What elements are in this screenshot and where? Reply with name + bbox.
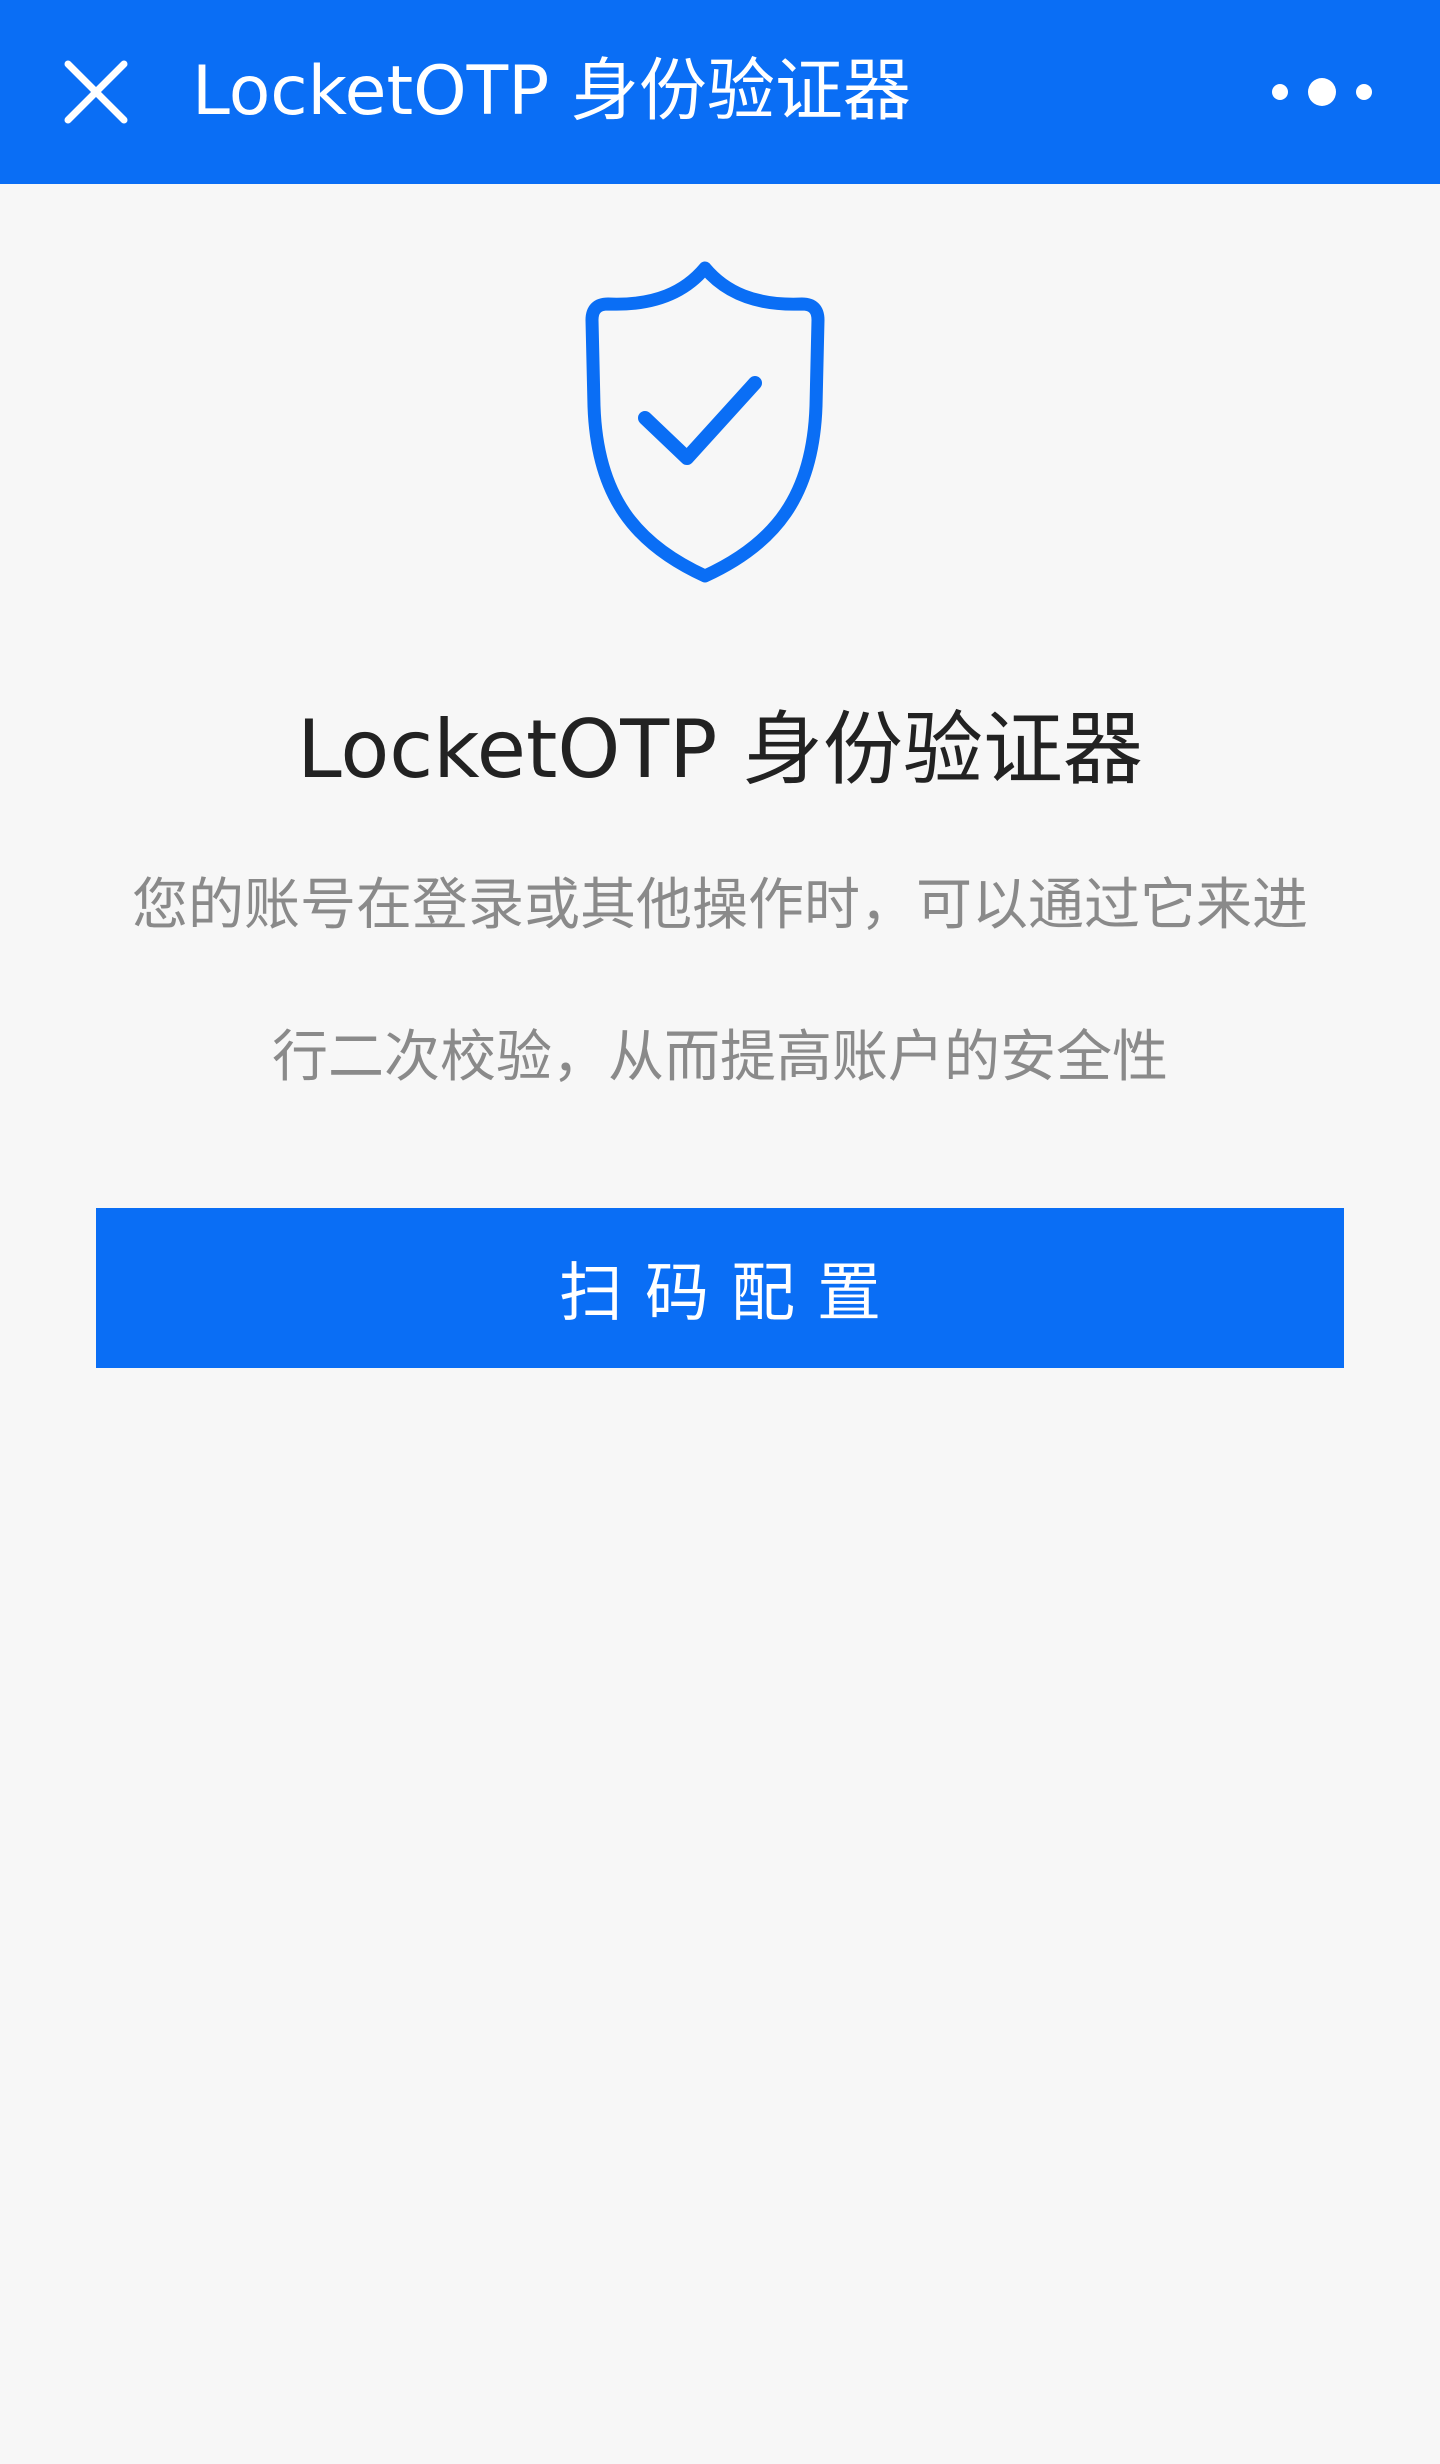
more-options-button[interactable] [1252, 52, 1392, 132]
scan-config-button[interactable]: 扫码配置 [96, 1208, 1344, 1368]
description-line-1: 您的账号在登录或其他操作时，可以通过它来进 [132, 873, 1308, 938]
close-icon [64, 60, 128, 124]
app-heading: LocketOTP 身份验证器 [297, 703, 1143, 796]
shield-check-icon [570, 256, 840, 586]
top-navigation-bar: LocketOTP 身份验证器 [0, 0, 1440, 184]
page-title: LocketOTP 身份验证器 [192, 52, 911, 131]
more-dots-icon [1272, 78, 1372, 106]
description-line-2: 行二次校验，从而提高账户的安全性 [272, 1025, 1168, 1090]
close-button[interactable] [50, 46, 142, 138]
